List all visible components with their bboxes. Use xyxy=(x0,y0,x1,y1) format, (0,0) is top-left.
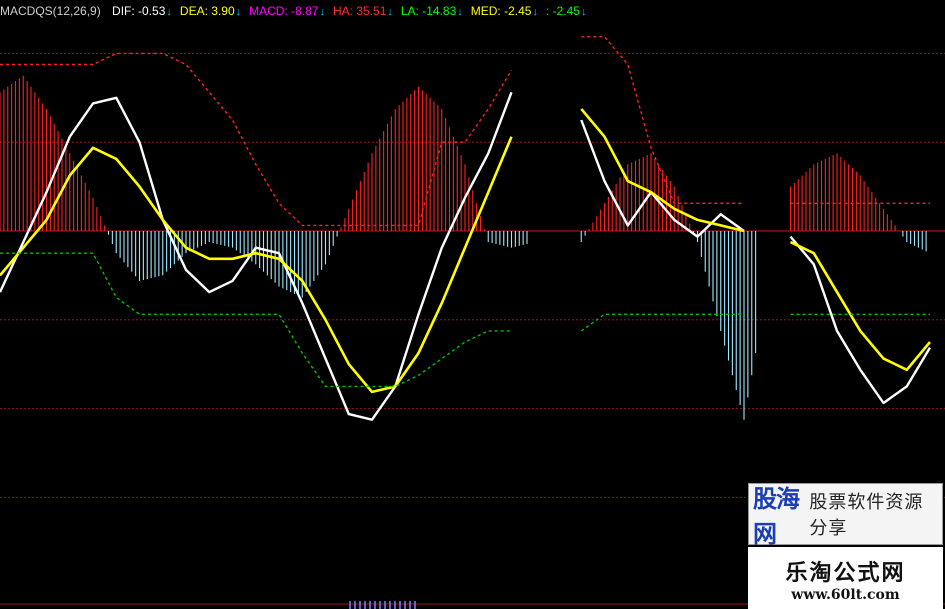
watermark-banner: 股海网 股票软件资源分享 xyxy=(748,483,943,548)
watermark-url: www.60lt.com xyxy=(791,587,900,603)
series-line-ha xyxy=(0,52,513,227)
down-arrow-icon: ↓ xyxy=(387,6,393,18)
down-arrow-icon: ↓ xyxy=(319,6,325,18)
indicator-legend: MACDQS(12,26,9) DIF: -0.53↓ DEA: 3.90↓ MAC… xyxy=(0,2,594,22)
legend-value: 35.51 xyxy=(353,4,387,18)
legend-label: MED: xyxy=(470,4,501,18)
down-arrow-icon: ↓ xyxy=(235,6,242,18)
legend-value: -8.87 xyxy=(287,4,319,18)
legend-item: MED: -2.45↓ xyxy=(471,4,538,18)
legend-item: DIF: -0.53↓ xyxy=(112,4,172,18)
legend-label: LA: xyxy=(400,4,419,18)
legend-value: -14.83 xyxy=(418,4,457,18)
legend-item: LA: -14.83↓ xyxy=(401,4,463,18)
legend-item: MACD: -8.87↓ xyxy=(249,4,325,18)
legend-value: 3.90 xyxy=(207,4,235,18)
histogram-bars xyxy=(0,75,927,420)
watermark-brand: 股海网 xyxy=(753,485,800,548)
legend-label: DIF: xyxy=(112,4,135,18)
down-arrow-icon: ↓ xyxy=(457,6,463,18)
watermark-site: 乐淘公式网 xyxy=(785,561,906,586)
legend-items: DIF: -0.53↓ DEA: 3.90↓ MACD: -8.87↓ HA: 35.… xyxy=(112,4,594,18)
legend-label: MACD: xyxy=(249,4,288,18)
watermark-slogan: 股票软件资源分享 xyxy=(809,492,924,539)
legend-label: DEA: xyxy=(179,4,208,18)
series-line-la xyxy=(580,313,744,332)
legend-value: -2.45 xyxy=(549,4,580,18)
down-arrow-icon: ↓ xyxy=(166,6,172,18)
watermark-site-box: 乐淘公式网 www.60lt.com xyxy=(748,547,943,609)
legend-value: -2.45 xyxy=(500,4,532,18)
grid-lines xyxy=(0,52,945,498)
legend-value: -0.53 xyxy=(134,4,166,18)
indicator-name: MACDQS(12,26,9) xyxy=(0,4,101,18)
legend-item: DEA: 3.90↓ xyxy=(180,4,241,18)
legend-item: HA: 35.51↓ xyxy=(333,4,393,18)
down-arrow-icon: ↓ xyxy=(580,6,587,18)
legend-label: HA: xyxy=(332,4,353,18)
down-arrow-icon: ↓ xyxy=(532,6,538,18)
legend-item: : -2.45↓ xyxy=(546,4,587,18)
